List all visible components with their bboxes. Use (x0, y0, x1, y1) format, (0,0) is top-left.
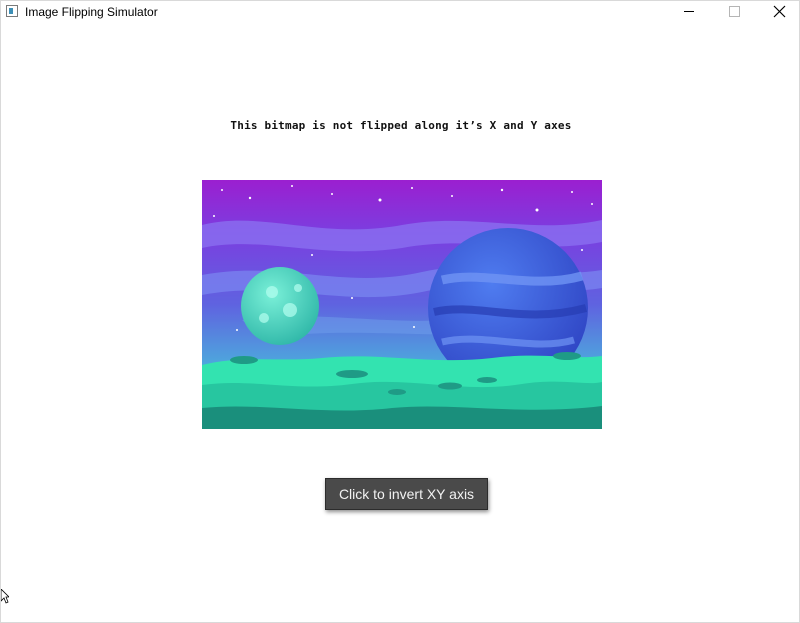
close-button[interactable] (757, 1, 800, 23)
minimize-button[interactable] (665, 1, 711, 23)
bitmap-status-caption: This bitmap is not flipped along it’s X … (230, 119, 572, 132)
close-icon (773, 5, 786, 18)
maximize-button[interactable] (711, 1, 757, 23)
space-landscape-illustration (202, 180, 602, 429)
maximize-icon (729, 6, 740, 17)
app-window: Image Flipping Simulator This bitmap is … (0, 0, 800, 623)
window-title: Image Flipping Simulator (25, 5, 158, 19)
invert-xy-axis-button[interactable]: Click to invert XY axis (325, 478, 488, 510)
app-window-icon (6, 5, 18, 17)
bitmap-image (202, 180, 602, 429)
title-bar[interactable]: Image Flipping Simulator (1, 1, 799, 23)
minimize-icon (684, 11, 694, 12)
mouse-cursor-icon (1, 589, 9, 604)
